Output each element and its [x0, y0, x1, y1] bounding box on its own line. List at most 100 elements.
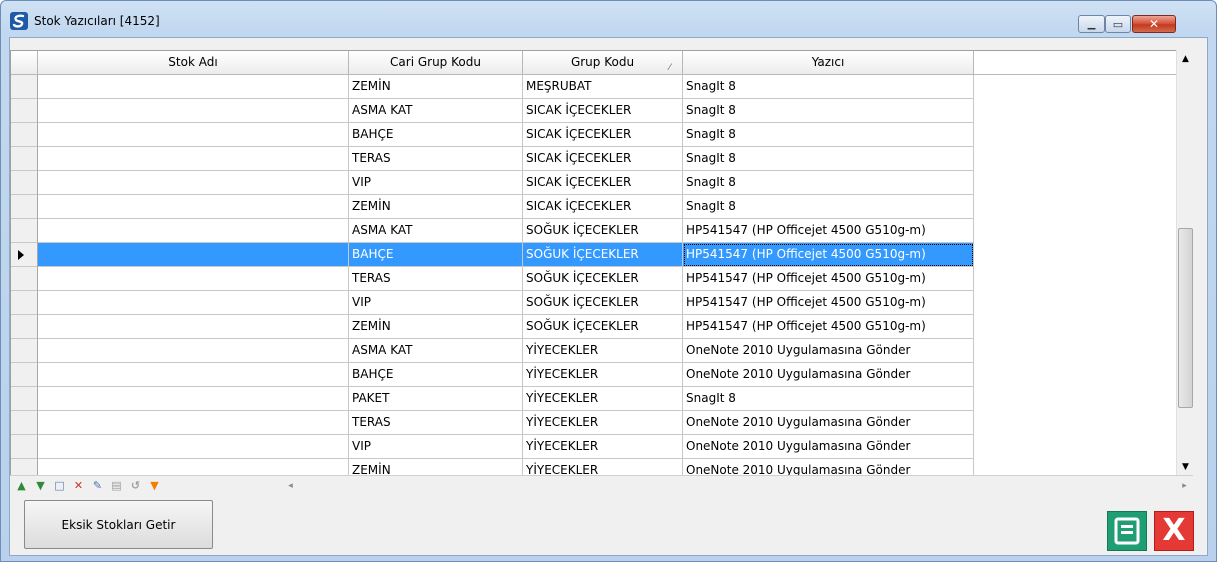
- cell-cari-grup-kodu[interactable]: BAHÇE: [349, 243, 523, 267]
- table-row[interactable]: ZEMİN SOĞUK İÇECEKLER HP541547 (HP Officej…: [11, 315, 974, 339]
- nav-insert-button[interactable]: □: [52, 478, 67, 493]
- cell-grup-kodu[interactable]: SICAK İÇECEKLER: [523, 195, 683, 219]
- cell-yazici[interactable]: HP541547 (HP Officejet 4500 G510g-m): [683, 243, 974, 267]
- cell-stok-adi[interactable]: [38, 75, 349, 99]
- cell-cari-grup-kodu[interactable]: VIP: [349, 291, 523, 315]
- cell-cari-grup-kodu[interactable]: TERAS: [349, 147, 523, 171]
- scroll-left-icon[interactable]: ◂: [282, 476, 299, 495]
- table-row[interactable]: VIP YİYECEKLER OneNote 2010 Uygulamasına G…: [11, 435, 974, 459]
- cell-stok-adi[interactable]: [38, 171, 349, 195]
- row-indicator[interactable]: [11, 219, 38, 243]
- cell-cari-grup-kodu[interactable]: BAHÇE: [349, 123, 523, 147]
- maximize-button[interactable]: ▭: [1105, 15, 1131, 33]
- cell-grup-kodu[interactable]: SICAK İÇECEKLER: [523, 99, 683, 123]
- cell-grup-kodu[interactable]: YİYECEKLER: [523, 363, 683, 387]
- cell-stok-adi[interactable]: [38, 291, 349, 315]
- nav-filter-button[interactable]: ▼: [147, 478, 162, 493]
- table-row[interactable]: BAHÇE SICAK İÇECEKLER SnagIt 8: [11, 123, 974, 147]
- cell-yazici[interactable]: HP541547 (HP Officejet 4500 G510g-m): [683, 291, 974, 315]
- cell-grup-kodu[interactable]: YİYECEKLER: [523, 435, 683, 459]
- save-button[interactable]: [1107, 511, 1147, 551]
- table-row[interactable]: ASMA KAT SICAK İÇECEKLER SnagIt 8: [11, 99, 974, 123]
- column-header-cari-grup-kodu[interactable]: Cari Grup Kodu: [349, 51, 523, 75]
- cell-stok-adi[interactable]: [38, 267, 349, 291]
- row-indicator[interactable]: [11, 243, 38, 267]
- cell-stok-adi[interactable]: [38, 315, 349, 339]
- cell-stok-adi[interactable]: [38, 99, 349, 123]
- row-indicator[interactable]: [11, 123, 38, 147]
- title-bar[interactable]: Stok Yazıcıları [4152] ▁ ▭ ✕: [1, 1, 1216, 37]
- column-header-grup-kodu[interactable]: Grup Kodu ⁄: [523, 51, 683, 75]
- row-indicator[interactable]: [11, 339, 38, 363]
- table-row[interactable]: TERAS SOĞUK İÇECEKLER HP541547 (HP Officej…: [11, 267, 974, 291]
- cell-yazici[interactable]: OneNote 2010 Uygulamasına Gönder: [683, 435, 974, 459]
- table-row[interactable]: TERAS YİYECEKLER OneNote 2010 Uygulamasına…: [11, 411, 974, 435]
- cell-grup-kodu[interactable]: YİYECEKLER: [523, 459, 683, 475]
- nav-prior-button[interactable]: ▲: [14, 478, 29, 493]
- cell-cari-grup-kodu[interactable]: ZEMİN: [349, 459, 523, 475]
- row-indicator[interactable]: [11, 267, 38, 291]
- table-row[interactable]: ASMA KAT SOĞUK İÇECEKLER HP541547 (HP Offi…: [11, 219, 974, 243]
- scroll-down-icon[interactable]: ▼: [1177, 458, 1194, 475]
- scroll-up-icon[interactable]: ▲: [1177, 50, 1194, 67]
- cell-cari-grup-kodu[interactable]: ZEMİN: [349, 75, 523, 99]
- table-row[interactable]: BAHÇE SOĞUK İÇECEKLER HP541547 (HP Officej…: [11, 243, 974, 267]
- row-indicator[interactable]: [11, 387, 38, 411]
- cell-grup-kodu[interactable]: SOĞUK İÇECEKLER: [523, 315, 683, 339]
- cell-cari-grup-kodu[interactable]: ZEMİN: [349, 195, 523, 219]
- cell-cari-grup-kodu[interactable]: ASMA KAT: [349, 219, 523, 243]
- column-header-stok-adi[interactable]: Stok Adı: [38, 51, 349, 75]
- cell-stok-adi[interactable]: [38, 411, 349, 435]
- cell-cari-grup-kodu[interactable]: TERAS: [349, 267, 523, 291]
- scroll-right-icon[interactable]: ▸: [1176, 476, 1193, 495]
- cell-stok-adi[interactable]: [38, 339, 349, 363]
- cell-yazici[interactable]: SnagIt 8: [683, 147, 974, 171]
- row-indicator[interactable]: [11, 99, 38, 123]
- row-indicator[interactable]: [11, 315, 38, 339]
- minimize-button[interactable]: ▁: [1078, 15, 1105, 33]
- close-button[interactable]: ✕: [1132, 15, 1176, 33]
- cell-grup-kodu[interactable]: SICAK İÇECEKLER: [523, 147, 683, 171]
- cell-grup-kodu[interactable]: SOĞUK İÇECEKLER: [523, 243, 683, 267]
- cell-yazici[interactable]: SnagIt 8: [683, 99, 974, 123]
- cell-cari-grup-kodu[interactable]: ASMA KAT: [349, 339, 523, 363]
- cell-yazici[interactable]: HP541547 (HP Officejet 4500 G510g-m): [683, 219, 974, 243]
- cell-stok-adi[interactable]: [38, 435, 349, 459]
- cancel-button[interactable]: X: [1154, 511, 1194, 551]
- nav-cancel-button[interactable]: ↺: [128, 478, 143, 493]
- table-row[interactable]: ZEMİN SICAK İÇECEKLER SnagIt 8: [11, 195, 974, 219]
- cell-grup-kodu[interactable]: YİYECEKLER: [523, 411, 683, 435]
- cell-stok-adi[interactable]: [38, 195, 349, 219]
- cell-yazici[interactable]: SnagIt 8: [683, 75, 974, 99]
- table-row[interactable]: ASMA KAT YİYECEKLER OneNote 2010 Uygulamas…: [11, 339, 974, 363]
- cell-stok-adi[interactable]: [38, 243, 349, 267]
- cell-yazici[interactable]: OneNote 2010 Uygulamasına Gönder: [683, 363, 974, 387]
- cell-stok-adi[interactable]: [38, 147, 349, 171]
- cell-stok-adi[interactable]: [38, 387, 349, 411]
- cell-stok-adi[interactable]: [38, 459, 349, 475]
- cell-yazici[interactable]: SnagIt 8: [683, 123, 974, 147]
- cell-grup-kodu[interactable]: SICAK İÇECEKLER: [523, 123, 683, 147]
- cell-yazici[interactable]: HP541547 (HP Officejet 4500 G510g-m): [683, 267, 974, 291]
- cell-grup-kodu[interactable]: SICAK İÇECEKLER: [523, 171, 683, 195]
- cell-cari-grup-kodu[interactable]: TERAS: [349, 411, 523, 435]
- cell-stok-adi[interactable]: [38, 363, 349, 387]
- nav-delete-button[interactable]: ✕: [71, 478, 86, 493]
- cell-cari-grup-kodu[interactable]: ASMA KAT: [349, 99, 523, 123]
- cell-yazici[interactable]: SnagIt 8: [683, 171, 974, 195]
- cell-cari-grup-kodu[interactable]: VIP: [349, 171, 523, 195]
- table-row[interactable]: VIP SICAK İÇECEKLER SnagIt 8: [11, 171, 974, 195]
- cell-stok-adi[interactable]: [38, 123, 349, 147]
- row-indicator[interactable]: [11, 435, 38, 459]
- row-indicator[interactable]: [11, 291, 38, 315]
- cell-grup-kodu[interactable]: SOĞUK İÇECEKLER: [523, 267, 683, 291]
- row-indicator[interactable]: [11, 195, 38, 219]
- cell-grup-kodu[interactable]: MEŞRUBAT: [523, 75, 683, 99]
- row-indicator[interactable]: [11, 171, 38, 195]
- table-row[interactable]: PAKET YİYECEKLER SnagIt 8: [11, 387, 974, 411]
- cell-grup-kodu[interactable]: SOĞUK İÇECEKLER: [523, 291, 683, 315]
- row-indicator[interactable]: [11, 459, 38, 475]
- eksik-stoklari-getir-button[interactable]: Eksik Stokları Getir: [24, 500, 213, 549]
- horizontal-scrollbar[interactable]: ◂ ▸: [282, 476, 1193, 495]
- cell-grup-kodu[interactable]: SOĞUK İÇECEKLER: [523, 219, 683, 243]
